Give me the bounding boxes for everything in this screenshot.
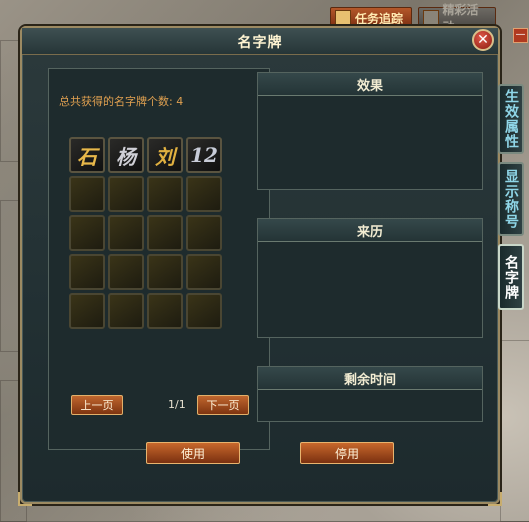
pagination: 上一页 1/1 下一页 <box>49 395 269 415</box>
plate-count-text: 总共获得的名字牌个数: 4 <box>59 95 184 108</box>
page-indicator: 1/1 <box>168 398 186 411</box>
empty-slot[interactable] <box>147 176 183 212</box>
name-plate-slot[interactable]: 刘 <box>147 137 183 173</box>
frame-corner <box>488 492 502 506</box>
window-title: 名字牌 <box>237 35 283 51</box>
effect-section: 效果 <box>257 72 483 190</box>
title-bar[interactable]: 名字牌 <box>22 28 498 55</box>
empty-slot[interactable] <box>108 254 144 290</box>
origin-header: 来历 <box>258 219 482 242</box>
remaining-time-section: 剩余时间 <box>257 366 483 422</box>
frame-corner <box>18 492 32 506</box>
empty-slot[interactable] <box>69 215 105 251</box>
tab-label: 生效属性 <box>503 89 519 149</box>
name-plate-glyph: 刘 <box>155 144 175 169</box>
tab-effect-attributes[interactable]: 生效属性 <box>498 84 524 154</box>
task-scroll-icon <box>335 10 351 26</box>
prev-page-button[interactable]: 上一页 <box>71 395 123 415</box>
empty-slot[interactable] <box>69 176 105 212</box>
tab-label: 名字牌 <box>503 254 519 300</box>
next-page-button[interactable]: 下一页 <box>197 395 249 415</box>
empty-slot[interactable] <box>108 176 144 212</box>
remaining-time-header: 剩余时间 <box>258 367 482 390</box>
tab-name-plate[interactable]: 名字牌 <box>498 244 524 310</box>
empty-slot[interactable] <box>186 176 222 212</box>
use-button[interactable]: 使用 <box>146 442 240 464</box>
name-plate-grid: 石杨刘 12 <box>69 137 222 329</box>
empty-slot[interactable] <box>186 254 222 290</box>
activity-icon <box>423 10 439 26</box>
empty-slot[interactable] <box>147 293 183 329</box>
name-plate-glyph: 石 <box>77 144 97 169</box>
empty-slot[interactable] <box>147 254 183 290</box>
close-icon: ✕ <box>477 32 489 48</box>
name-plate-slot[interactable]: 石 <box>69 137 105 173</box>
empty-slot[interactable] <box>108 293 144 329</box>
floor-tile <box>500 340 529 522</box>
empty-slot[interactable] <box>186 215 222 251</box>
empty-slot[interactable] <box>69 293 105 329</box>
name-plate-window: 名字牌 ✕ 总共获得的名字牌个数: 4 石杨刘 12 上一页 1/1 下一页 效果… <box>18 26 502 506</box>
minimize-icon[interactable]: — <box>513 28 528 43</box>
tab-label: 显示称号 <box>503 169 519 229</box>
name-plate-glyph: 杨 <box>116 144 136 169</box>
origin-section: 来历 <box>257 218 483 338</box>
tab-display-title[interactable]: 显示称号 <box>498 162 524 236</box>
name-plate-list-panel: 总共获得的名字牌个数: 4 石杨刘 12 上一页 1/1 下一页 <box>48 68 270 450</box>
empty-slot[interactable] <box>108 215 144 251</box>
empty-slot[interactable] <box>147 215 183 251</box>
name-plate-slot[interactable]: 12 <box>186 137 222 173</box>
close-button[interactable]: ✕ <box>472 29 494 51</box>
empty-slot[interactable] <box>186 293 222 329</box>
stop-button[interactable]: 停用 <box>300 442 394 464</box>
name-plate-glyph: 12 <box>190 143 218 167</box>
effect-header: 效果 <box>258 73 482 96</box>
name-plate-slot[interactable]: 杨 <box>108 137 144 173</box>
empty-slot[interactable] <box>69 254 105 290</box>
